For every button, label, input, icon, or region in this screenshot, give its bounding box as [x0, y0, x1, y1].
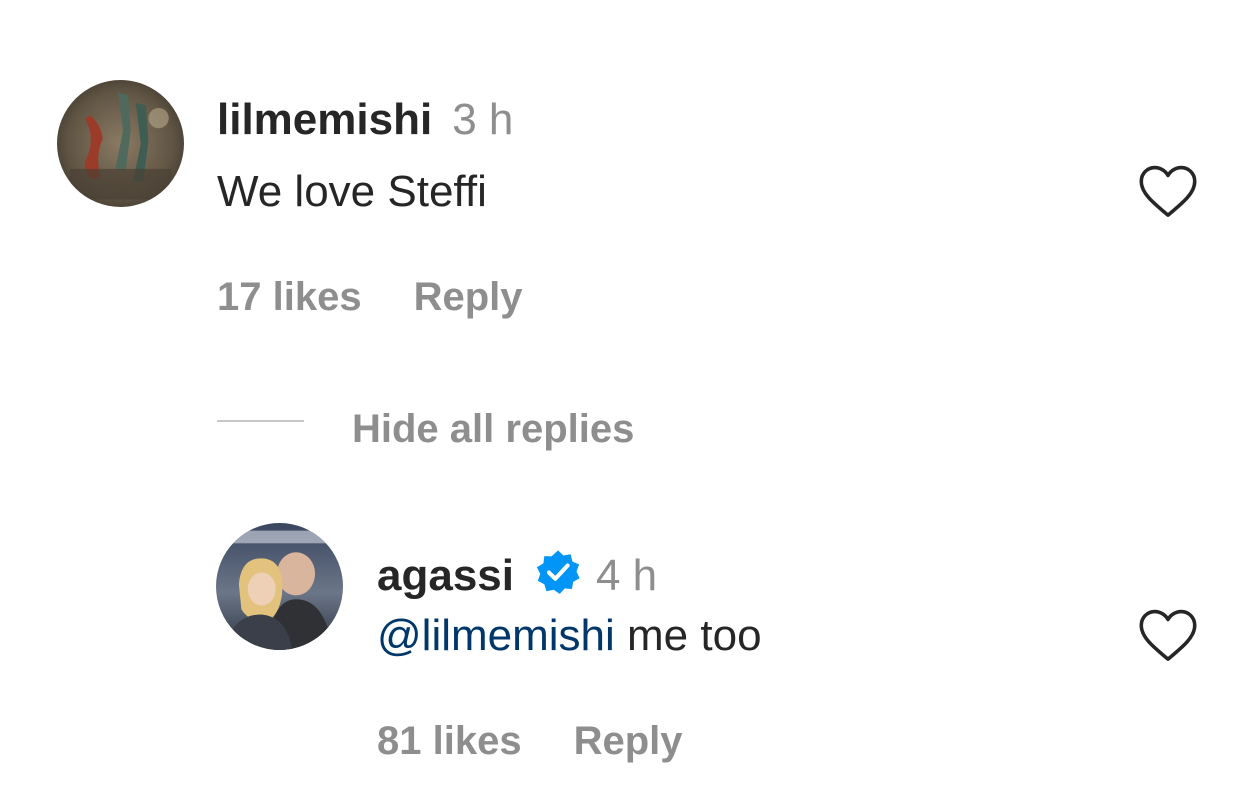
comment-reply-button[interactable]: Reply	[414, 277, 523, 317]
hide-replies-button[interactable]: Hide all replies	[352, 409, 634, 449]
comment-actions: 17 likes Reply	[217, 277, 523, 317]
comment-username[interactable]: lilmemishi	[217, 98, 432, 142]
reply-likes-count[interactable]: 81 likes	[377, 721, 522, 761]
hide-replies-label: Hide all replies	[352, 407, 635, 451]
avatar-image	[216, 523, 343, 650]
reply-text: me too	[614, 611, 762, 660]
reply-timestamp: 4 h	[595, 551, 658, 600]
reply-reply-button[interactable]: Reply	[574, 721, 683, 761]
comment-text: We love Steffi	[217, 167, 487, 216]
heart-outline-icon[interactable]	[1137, 163, 1199, 219]
avatar-agassi[interactable]	[216, 523, 343, 650]
comment-timestamp: 3 h	[452, 95, 514, 144]
reply-header: agassi 4 h	[377, 542, 657, 598]
comment-likes-count[interactable]: 17 likes	[217, 277, 362, 317]
verified-badge-icon	[536, 550, 580, 594]
heart-outline-icon[interactable]	[1137, 607, 1199, 663]
replies-divider	[217, 420, 304, 422]
reply-username[interactable]: agassi	[377, 554, 514, 598]
comment-body: We love Steffi	[217, 170, 487, 214]
comment-header: lilmemishi 3 h	[217, 98, 513, 142]
avatar-lilmemishi[interactable]	[57, 80, 184, 207]
reply-body: @lilmemishi me too	[377, 614, 762, 658]
reply-mention-link[interactable]: @lilmemishi	[377, 614, 615, 658]
reply-actions: 81 likes Reply	[377, 721, 683, 761]
avatar-image	[57, 80, 184, 207]
